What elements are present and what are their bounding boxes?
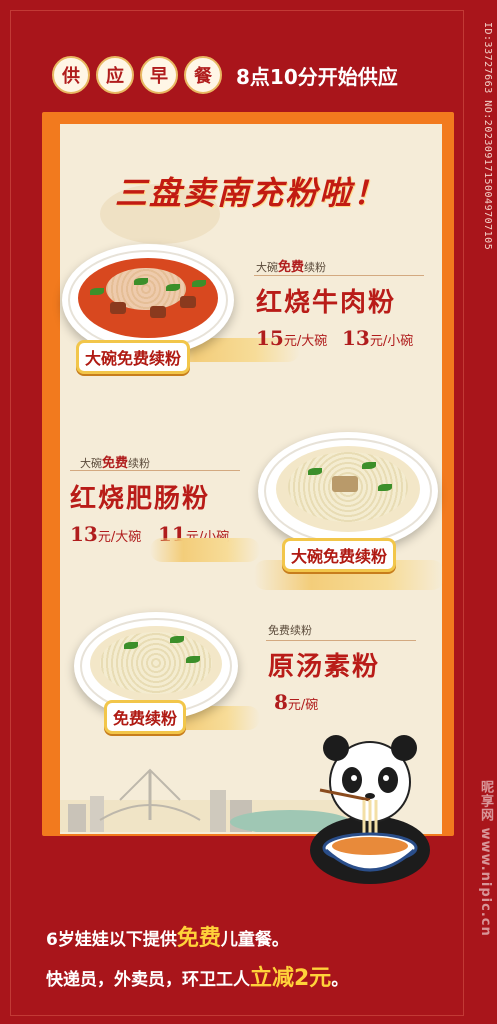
dish-name: 红烧肥肠粉 xyxy=(70,484,211,514)
sticker-free-refill: 免费续粉 xyxy=(104,700,187,734)
breakfast-char: 应 xyxy=(96,56,134,94)
divider xyxy=(70,470,240,471)
watermark: 昵享网 www.nipic.cn xyxy=(478,780,493,937)
price-bowl: 8元/碗 xyxy=(274,690,319,714)
item-tag: 大碗免费续粉 xyxy=(256,260,327,275)
item-tag: 免费续粉 xyxy=(268,624,312,637)
price-small: 13元/小碗 xyxy=(342,326,414,350)
breakfast-time: 8点10分开始供应 xyxy=(236,64,398,89)
intestine-noodle-bowl-image xyxy=(258,432,438,550)
divider xyxy=(266,640,416,641)
bottom-notice: 6岁娃娃以下提供免费儿童餐。 快递员，外卖员，环卫工人立减2元。 xyxy=(46,920,348,1000)
sticker-large-bowl-free-refill: 大碗免费续粉 xyxy=(282,538,397,572)
sticker-large-bowl-free-refill: 大碗免费续粉 xyxy=(76,340,191,374)
headline: 三盘卖南充粉啦！ xyxy=(114,174,387,212)
image-id-text: ID:33727663 NO:20230917150049707105 xyxy=(482,22,493,251)
price-large: 13元/大碗 xyxy=(70,522,142,546)
breakfast-char: 早 xyxy=(140,56,178,94)
breakfast-banner: 供 应 早 餐 8点10分开始供应 xyxy=(52,56,398,94)
brush-stroke xyxy=(150,538,260,562)
dish-name: 红烧牛肉粉 xyxy=(256,288,397,318)
divider xyxy=(254,275,424,276)
notice-children: 6岁娃娃以下提供免费儿童餐。 xyxy=(46,926,289,951)
notice-workers: 快递员，外卖员，环卫工人立减2元。 xyxy=(46,966,349,991)
breakfast-char: 餐 xyxy=(184,56,222,94)
item-tag: 大碗免费续粉 xyxy=(80,456,151,471)
breakfast-char: 供 xyxy=(52,56,90,94)
dish-name: 原汤素粉 xyxy=(268,652,381,682)
price-large: 15元/大碗 xyxy=(256,326,328,350)
poster: ID:33727663 NO:20230917150049707105 供 应 … xyxy=(0,0,497,1024)
panda-eating-noodles-illustration xyxy=(310,735,430,884)
